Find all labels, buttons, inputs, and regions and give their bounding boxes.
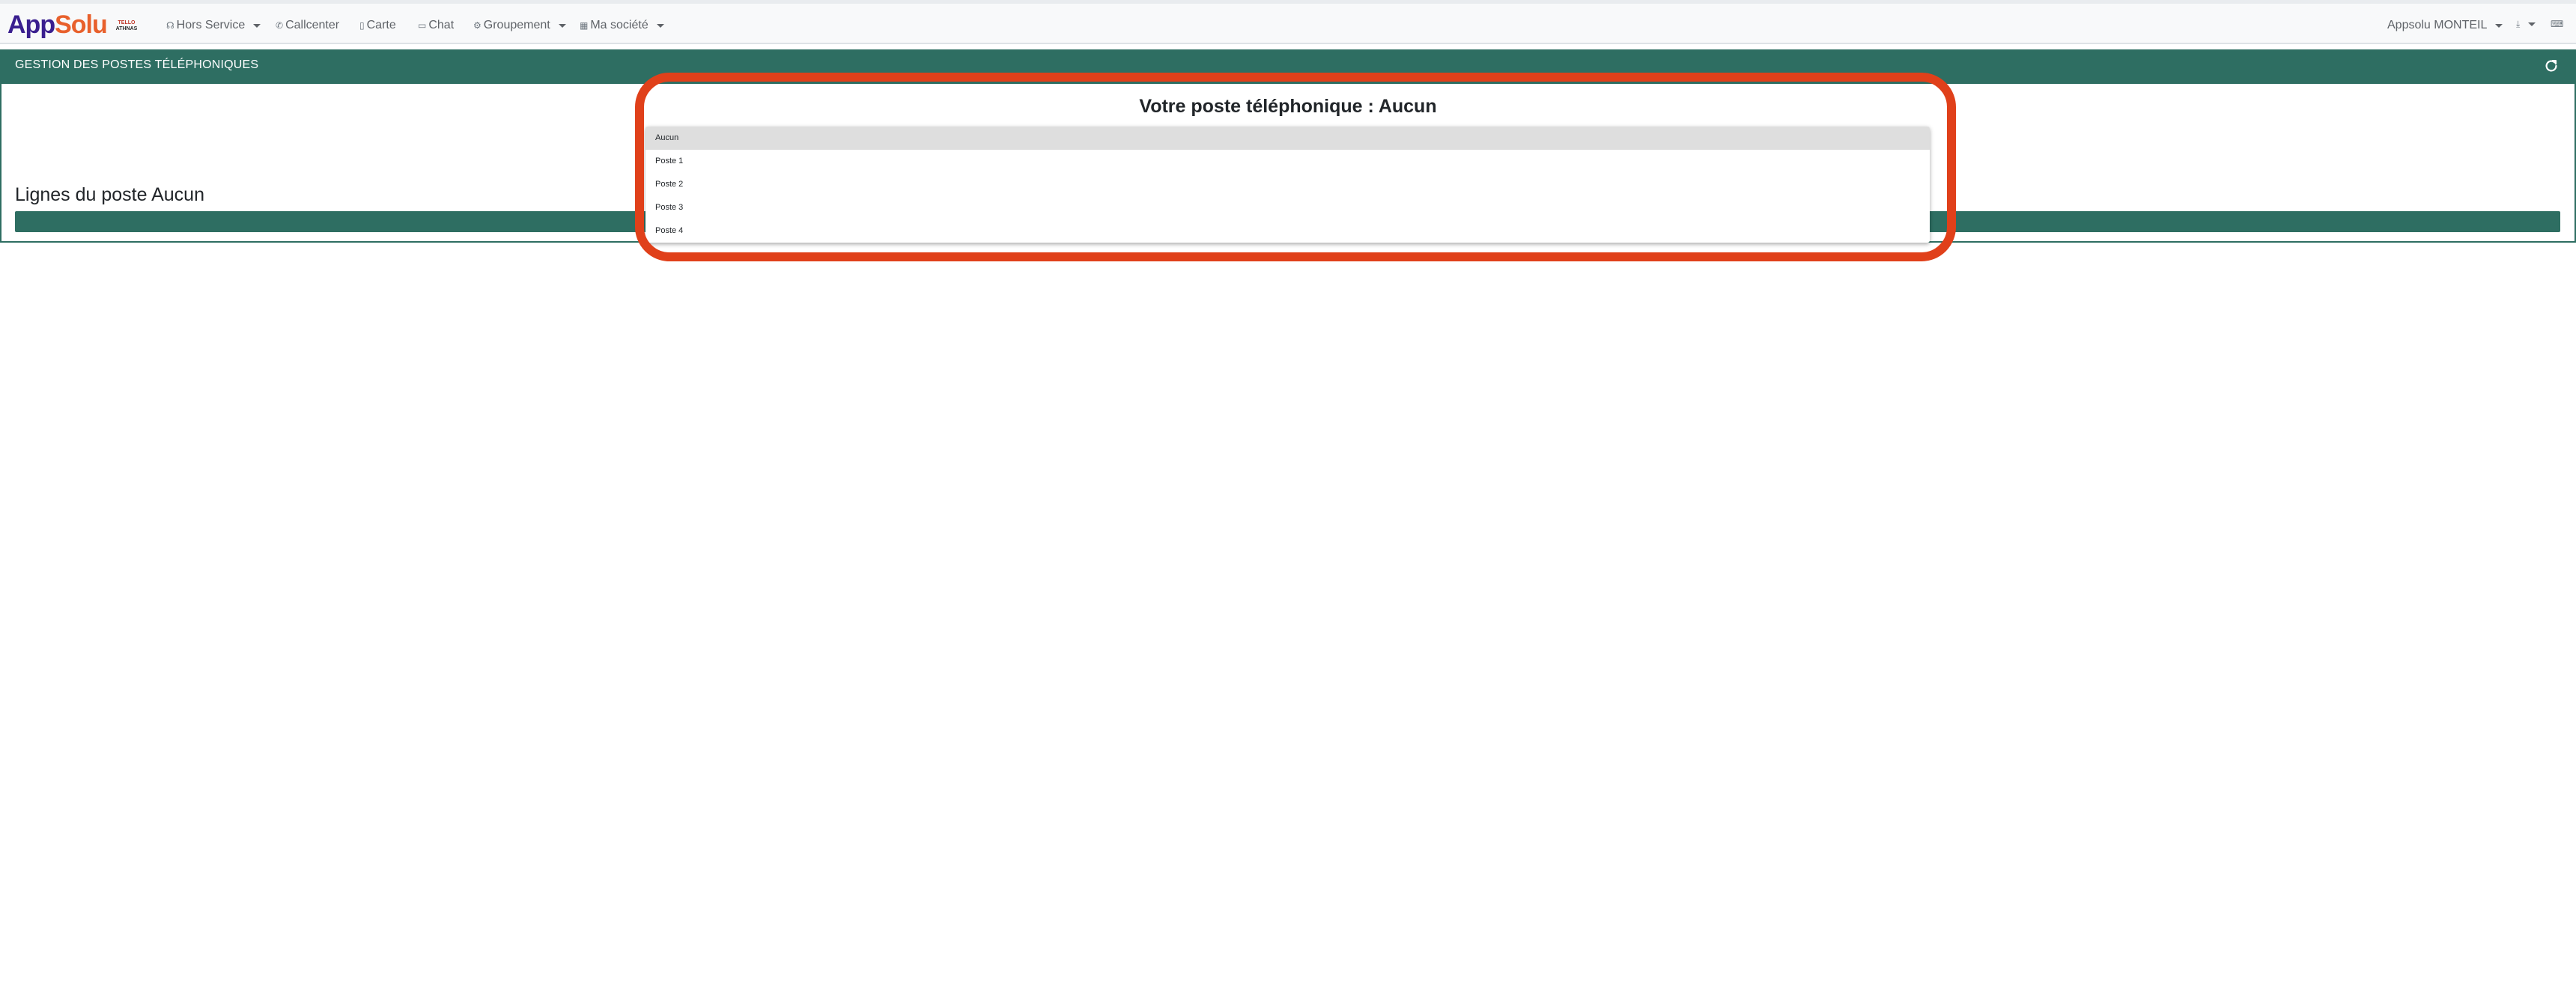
chevron-down-icon xyxy=(656,23,664,28)
page-title: Votre poste téléphonique : Aucun xyxy=(1139,96,1437,117)
nav-hors-service-label: Hors Service xyxy=(176,19,246,31)
nav-ma-societe[interactable]: ▦ Ma société xyxy=(580,19,664,32)
nav-chat-label: Chat xyxy=(428,19,455,31)
chevron-down-icon xyxy=(2495,23,2503,28)
brand-logo[interactable]: AppSolu xyxy=(7,8,108,41)
keyboard-icon: ⌨ xyxy=(2551,19,2564,29)
partner-logo-line1: TELLO xyxy=(118,20,136,25)
partner-logo-line2: ATHNAS xyxy=(115,26,138,31)
headset-icon: ☊ xyxy=(166,20,174,31)
dropdown-option[interactable]: Poste 4 xyxy=(645,219,1930,243)
download-menu[interactable]: ⤓ xyxy=(2516,19,2536,30)
nav-chat[interactable]: ▭ Chat xyxy=(418,19,454,32)
panel-header: GESTION DES POSTES TÉLÉPHONIQUES xyxy=(0,49,2576,84)
refresh-icon[interactable] xyxy=(2543,58,2560,74)
nav-carte-label: Carte xyxy=(366,19,396,31)
nav-carte[interactable]: ▯ Carte xyxy=(359,19,396,32)
user-menu-label: Appsolu MONTEIL xyxy=(2387,19,2488,31)
brand-part1: App xyxy=(7,10,55,39)
map-icon: ▯ xyxy=(359,20,365,31)
keyboard-button[interactable]: ⌨ xyxy=(2551,19,2563,29)
building-icon: ▦ xyxy=(580,20,589,31)
dropdown-option[interactable]: Poste 3 xyxy=(645,196,1930,219)
download-icon: ⤓ xyxy=(2516,19,2521,29)
poste-select-dropdown[interactable]: Aucun Poste 1 Poste 2 Poste 3 Poste 4 xyxy=(645,127,1930,243)
chevron-down-icon xyxy=(558,23,566,28)
nav-groupement[interactable]: ⚙ Groupement xyxy=(473,19,566,32)
chat-icon: ▭ xyxy=(418,20,427,31)
partner-logo: TELLO ATHNAS xyxy=(109,17,144,35)
nav-hors-service[interactable]: ☊ Hors Service xyxy=(166,19,261,32)
lines-title: Lignes du poste Aucun xyxy=(15,184,204,205)
nav-ma-societe-label: Ma société xyxy=(590,19,648,31)
nav-groupement-label: Groupement xyxy=(483,19,550,31)
gear-icon: ⚙ xyxy=(473,20,482,31)
dropdown-option[interactable]: Poste 2 xyxy=(645,173,1930,196)
phone-icon: ✆ xyxy=(276,20,284,31)
navbar: AppSolu TELLO ATHNAS ☊ Hors Service ✆ Ca… xyxy=(0,4,2576,44)
user-menu[interactable]: Appsolu MONTEIL xyxy=(2387,19,2503,32)
dropdown-option[interactable]: Aucun xyxy=(645,127,1930,150)
chevron-down-icon xyxy=(253,23,261,28)
nav-callcenter[interactable]: ✆ Callcenter xyxy=(276,19,339,32)
dropdown-option[interactable]: Poste 1 xyxy=(645,150,1930,173)
panel-title: GESTION DES POSTES TÉLÉPHONIQUES xyxy=(15,58,259,71)
chevron-down-icon xyxy=(2528,22,2536,26)
nav-callcenter-label: Callcenter xyxy=(285,19,340,31)
brand-part2: Solu xyxy=(55,10,108,39)
